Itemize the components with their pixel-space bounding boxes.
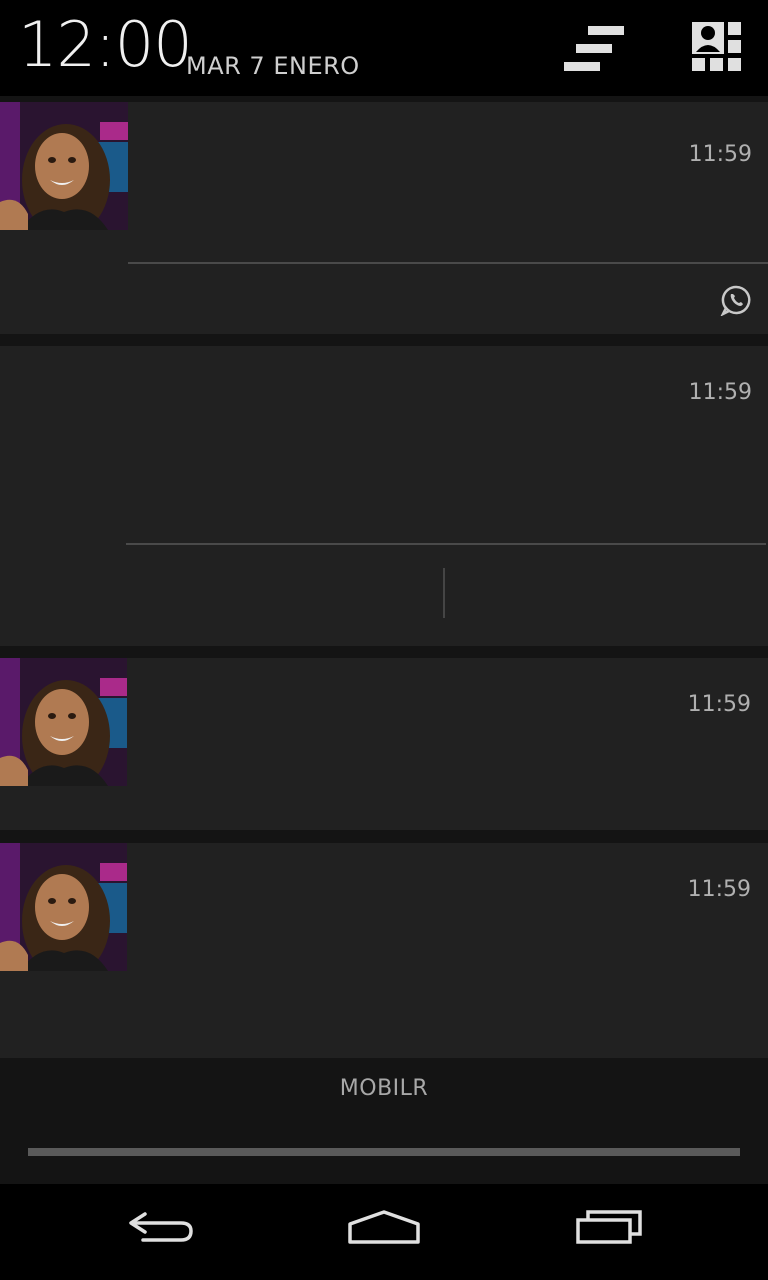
quick-settings-button[interactable] [688,18,752,82]
notification-card[interactable]: 11:59 [0,346,768,646]
drag-handle[interactable] [28,1148,740,1156]
panel-footer: MOBILR [0,1058,768,1184]
recents-icon [576,1210,642,1244]
date: MAR 7 ENERO [186,52,360,80]
clear-all-button[interactable] [562,18,626,82]
avatar [0,658,127,786]
avatar [0,843,127,971]
notification-card[interactable]: 11:59 [0,102,768,334]
navigation-bar [0,1184,768,1280]
clock: 12:00 [18,8,193,81]
avatar [0,102,128,230]
notification-time: 11:59 [687,877,751,902]
divider [128,262,768,264]
carrier-label: MOBILR [339,1076,429,1101]
notification-time: 11:59 [687,692,751,717]
back-icon [129,1212,193,1242]
back-button[interactable] [105,1206,215,1258]
notification-card[interactable]: 11:59 [0,843,768,1058]
divider [126,543,766,545]
notification-card[interactable]: 11:59 [0,658,768,830]
whatsapp-button[interactable] [720,284,752,320]
whatsapp-icon [720,285,751,317]
notification-time: 11:59 [688,142,752,167]
recents-button[interactable] [555,1206,665,1258]
action-separator [443,568,445,618]
quick-settings-icon [692,22,741,71]
home-button[interactable] [329,1206,439,1258]
notification-time: 11:59 [688,380,752,405]
notification-header: 12:00 MAR 7 ENERO [0,0,768,96]
notification-panel: 11:59 11:59 11:59 11:59 [0,96,768,1184]
clear-all-icon [564,26,624,71]
home-icon [348,1210,420,1244]
